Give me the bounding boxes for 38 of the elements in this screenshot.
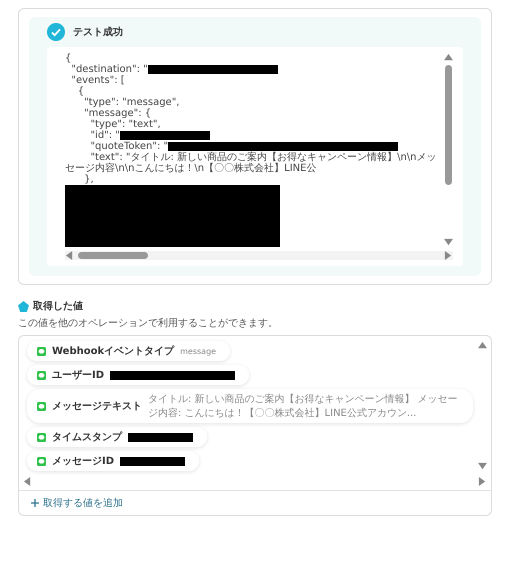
scroll-left-icon[interactable] [65,251,74,260]
code-line: "text": "タイトル: 新しい商品のご案内【お得なキャンペーン情報】\n\nメッセージ内容\n\nこんにちは！\n【〇〇株式会社】LINE公 [65,152,437,174]
scroll-right-icon[interactable] [444,251,453,260]
result-title: テスト成功 [73,26,123,39]
scroll-down-icon[interactable] [478,462,486,471]
scroll-up-icon[interactable] [444,53,452,62]
code-line: "type": "text", [89,119,161,130]
value-chip[interactable]: メッセージID [27,451,200,471]
scrollbar-thumb[interactable] [78,252,148,259]
scroll-down-icon[interactable] [444,238,452,247]
value-chip[interactable]: タイムスタンプ [27,427,207,447]
chat-app-icon [37,456,46,466]
code-line: "events": [ [70,75,125,86]
scroll-up-icon[interactable] [478,341,486,350]
value-chip[interactable]: メッセージテキスト タイトル: 新しい商品のご案内【お得なキャンペーン情報】 メッセージ内容: こんにちは！【〇〇株式会社】LINE公式アカウン... [27,389,473,423]
plus-icon [31,499,39,507]
chat-app-icon [37,402,46,410]
scroll-right-icon[interactable] [478,477,487,486]
chat-app-icon [37,432,46,442]
chat-app-icon [37,370,46,380]
chat-app-icon [37,346,46,356]
check-icon [47,23,65,41]
code-line: "type": "message", [83,97,180,108]
value-chip[interactable]: Webhookイベントタイプ message [27,341,230,361]
code-line: "quoteToken": " [89,141,168,152]
scrollbar-thumb[interactable] [444,65,452,185]
code-line: { [65,53,72,64]
scroll-left-icon[interactable] [23,477,32,486]
code-line: }, [83,174,94,185]
section-description: この値を他のオペレーションで利用することができます。 [18,316,279,330]
code-line: "message": { [83,108,152,119]
value-chip[interactable]: ユーザーID [27,365,250,385]
code-line: "destination": " [70,64,148,75]
section-title: 取得した値 [33,300,83,313]
add-value-link[interactable]: 取得する値を追加 [43,496,123,510]
code-line: "id": " [89,130,120,141]
code-line: { [76,86,84,97]
tag-icon [18,300,29,312]
